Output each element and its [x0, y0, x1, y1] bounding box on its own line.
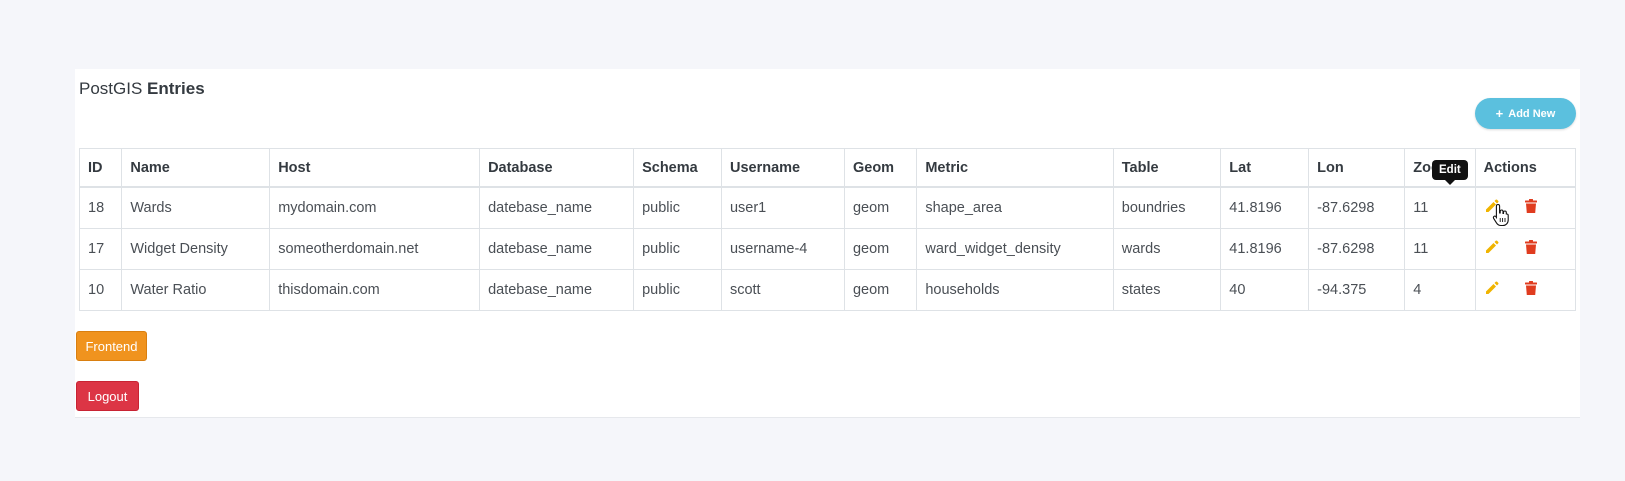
- cell-id: 10: [78, 269, 123, 311]
- cell-metric: households: [916, 269, 1114, 311]
- cell-lon: -87.6298: [1308, 186, 1406, 229]
- frontend-button[interactable]: Frontend: [76, 331, 147, 361]
- add-new-label: Add New: [1508, 107, 1556, 120]
- column-header-host[interactable]: Host: [269, 148, 481, 188]
- page-title: PostGIS Entries: [79, 79, 205, 99]
- cell-zoom: 11: [1404, 186, 1476, 229]
- trash-icon[interactable]: [1524, 198, 1538, 218]
- table-row: 18 Wards mydomain.com datebase_name publ…: [78, 186, 1577, 229]
- column-header-actions: Actions: [1474, 148, 1577, 188]
- cell-host: someotherdomain.net: [269, 228, 481, 270]
- cell-table: wards: [1112, 228, 1222, 270]
- cell-username: user1: [720, 186, 845, 229]
- column-header-metric[interactable]: Metric: [916, 148, 1114, 188]
- entries-card: PostGIS Entries + Add New ID Name Host D…: [75, 69, 1580, 418]
- cell-host: mydomain.com: [269, 186, 481, 229]
- cell-lon: -94.375: [1308, 269, 1406, 311]
- cell-username: scott: [720, 269, 845, 311]
- cell-table: states: [1112, 269, 1222, 311]
- cell-database: datebase_name: [479, 186, 635, 229]
- cell-actions: [1474, 228, 1577, 270]
- cell-metric: shape_area: [916, 186, 1114, 229]
- trash-icon[interactable]: [1524, 239, 1538, 259]
- column-header-lon[interactable]: Lon: [1308, 148, 1406, 188]
- cell-zoom: 4: [1404, 269, 1476, 311]
- cell-table: boundries: [1112, 186, 1222, 229]
- cell-id: 18: [78, 186, 123, 229]
- cell-name: Wards: [121, 186, 271, 229]
- cell-zoom: 11: [1404, 228, 1476, 270]
- cell-lat: 40: [1220, 269, 1310, 311]
- table-header-row: ID Name Host Database Schema Username Ge…: [78, 148, 1577, 188]
- pencil-icon[interactable]: [1484, 239, 1500, 259]
- cell-schema: public: [633, 186, 722, 229]
- cell-geom: geom: [843, 228, 918, 270]
- logout-button[interactable]: Logout: [76, 381, 139, 411]
- cell-schema: public: [633, 269, 722, 311]
- column-header-geom[interactable]: Geom: [843, 148, 918, 188]
- table-row: 17 Widget Density someotherdomain.net da…: [78, 228, 1577, 270]
- hand-pointer-icon: [1492, 203, 1509, 227]
- trash-icon[interactable]: [1524, 280, 1538, 300]
- cell-database: datebase_name: [479, 228, 635, 270]
- cell-actions: [1474, 186, 1577, 229]
- entries-table: ID Name Host Database Schema Username Ge…: [78, 148, 1577, 311]
- cell-lon: -87.6298: [1308, 228, 1406, 270]
- cell-actions: [1474, 269, 1577, 311]
- column-header-name[interactable]: Name: [121, 148, 271, 188]
- cell-geom: geom: [843, 269, 918, 311]
- column-header-username[interactable]: Username: [720, 148, 845, 188]
- column-header-schema[interactable]: Schema: [633, 148, 722, 188]
- cell-id: 17: [78, 228, 123, 270]
- cell-geom: geom: [843, 186, 918, 229]
- cell-name: Widget Density: [121, 228, 271, 270]
- column-header-table[interactable]: Table: [1112, 148, 1222, 188]
- column-header-lat[interactable]: Lat: [1220, 148, 1310, 188]
- page-title-prefix: PostGIS: [79, 79, 143, 98]
- cell-schema: public: [633, 228, 722, 270]
- cell-name: Water Ratio: [121, 269, 271, 311]
- cell-lat: 41.8196: [1220, 228, 1310, 270]
- cell-database: datebase_name: [479, 269, 635, 311]
- cell-metric: ward_widget_density: [916, 228, 1114, 270]
- edit-tooltip: Edit: [1432, 160, 1468, 185]
- column-header-database[interactable]: Database: [479, 148, 635, 188]
- column-header-id[interactable]: ID: [78, 148, 123, 188]
- pencil-icon[interactable]: [1484, 280, 1500, 300]
- table-row: 10 Water Ratio thisdomain.com datebase_n…: [78, 269, 1577, 311]
- plus-icon: +: [1495, 106, 1504, 121]
- cell-username: username-4: [720, 228, 845, 270]
- cell-host: thisdomain.com: [269, 269, 481, 311]
- add-new-button[interactable]: + Add New: [1475, 98, 1576, 129]
- page-title-strong: Entries: [147, 79, 205, 98]
- cell-lat: 41.8196: [1220, 186, 1310, 229]
